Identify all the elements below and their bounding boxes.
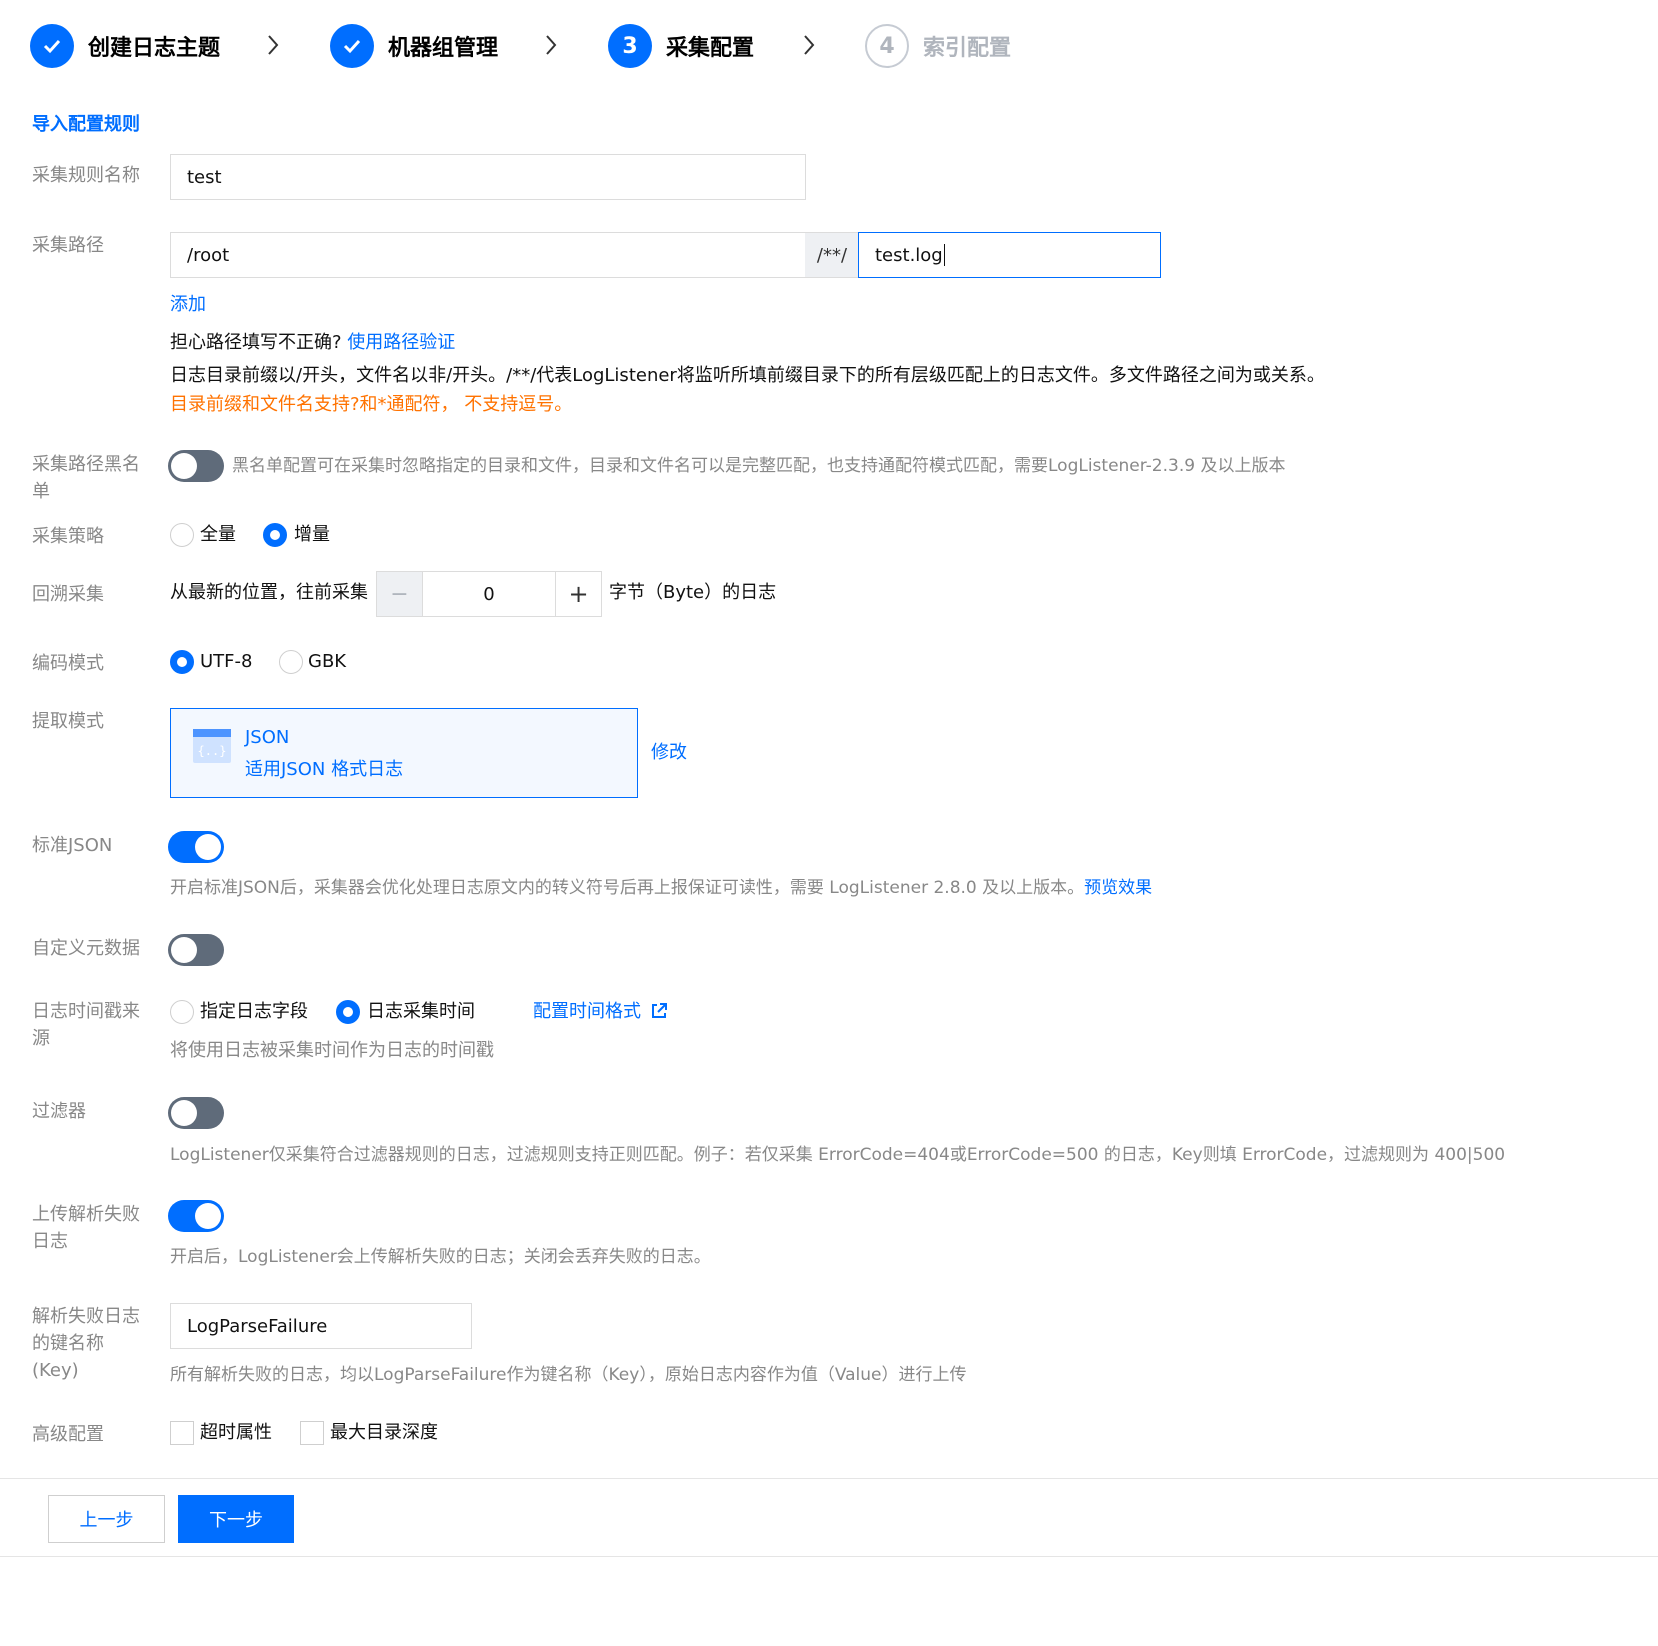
step-3-number: 3 [608, 24, 652, 68]
svg-text:{..}: {..} [198, 744, 227, 758]
encoding-utf8-radio[interactable] [170, 650, 194, 674]
extract-mode-desc: 适用JSON 格式日志 [245, 759, 404, 780]
encoding-utf8-label: UTF-8 [200, 651, 253, 672]
strategy-full-label: 全量 [200, 524, 236, 545]
extract-mode-card[interactable]: {..} JSON 适用JSON 格式日志 [170, 708, 638, 798]
preview-link[interactable]: 预览效果 [1084, 878, 1152, 898]
stepper-plus-button[interactable]: + [556, 572, 601, 616]
chevron-right-icon [546, 35, 557, 55]
stepper-minus-button[interactable]: − [377, 572, 423, 616]
json-file-icon: {..} [193, 729, 231, 763]
extract-label: 提取模式 [32, 711, 104, 732]
modify-extract-link[interactable]: 修改 [651, 740, 687, 766]
path-dir-input[interactable]: /root [170, 232, 806, 278]
upload-failed-desc: 开启后，LogListener会上传解析失败的日志；关闭会丢弃失败的日志。 [170, 1247, 711, 1267]
filter-desc: LogListener仅采集符合过滤器规则的日志，过滤规则支持正则匹配。例子：若… [170, 1145, 1506, 1165]
strategy-label: 采集策略 [32, 526, 104, 547]
backtrack-suffix: 字节（Byte）的日志 [609, 582, 777, 603]
strategy-incremental-radio[interactable] [263, 523, 287, 547]
footer-divider [0, 1478, 1658, 1479]
timestamp-desc: 将使用日志被采集时间作为日志的时间戳 [170, 1040, 494, 1061]
timestamp-field-radio[interactable] [170, 1000, 194, 1024]
custom-meta-label: 自定义元数据 [32, 938, 140, 959]
config-time-format-link[interactable]: 配置时间格式 [533, 999, 667, 1025]
path-desc: 日志目录前缀以/开头，文件名以非/开头。/**/代表LogListener将监听… [170, 365, 1325, 386]
path-warning: 目录前缀和文件名支持?和*通配符， 不支持逗号。 [170, 394, 573, 415]
chevron-right-icon [804, 35, 815, 55]
timeout-checkbox[interactable] [170, 1421, 194, 1445]
timestamp-field-label: 指定日志字段 [200, 1001, 308, 1022]
upload-failed-toggle[interactable] [168, 1200, 224, 1232]
step-3-label: 采集配置 [666, 36, 755, 61]
max-depth-label: 最大目录深度 [330, 1422, 438, 1443]
import-rules-link[interactable]: 导入配置规则 [32, 112, 140, 138]
encoding-label: 编码模式 [32, 653, 104, 674]
standard-json-toggle[interactable] [168, 831, 224, 863]
toggle-knob [171, 937, 197, 963]
standard-json-label: 标准JSON [32, 835, 113, 856]
filter-label: 过滤器 [32, 1101, 86, 1122]
extract-mode-title: JSON [245, 727, 290, 748]
custom-meta-toggle[interactable] [168, 934, 224, 966]
blacklist-label-2: 单 [32, 481, 50, 502]
toggle-knob [195, 834, 221, 860]
next-step-button[interactable]: 下一步 [178, 1495, 294, 1543]
upload-failed-label-2: 日志 [32, 1231, 68, 1252]
encoding-gbk-label: GBK [308, 651, 347, 672]
config-time-format-label: 配置时间格式 [533, 1001, 641, 1022]
step-1-check-icon [30, 24, 74, 68]
prev-step-button[interactable]: 上一步 [48, 1495, 165, 1543]
strategy-incremental-label: 增量 [294, 524, 330, 545]
strategy-full-radio[interactable] [170, 523, 194, 547]
blacklist-toggle[interactable] [168, 450, 224, 482]
step-4-number: 4 [865, 24, 909, 68]
backtrack-label: 回溯采集 [32, 584, 104, 605]
footer-bottom-divider [0, 1556, 1658, 1557]
failed-key-label-1: 解析失败日志 [32, 1306, 140, 1327]
advanced-label: 高级配置 [32, 1424, 104, 1445]
text-cursor [943, 244, 945, 266]
standard-json-desc-line: 开启标准JSON后，采集器会优化处理日志原文内的转义符号后再上报保证可读性，需要… [170, 875, 1152, 901]
add-path-link[interactable]: 添加 [170, 292, 206, 318]
failed-key-desc: 所有解析失败的日志，均以LogParseFailure作为键名称（Key），原始… [170, 1365, 967, 1385]
failed-key-label-2: 的键名称 [32, 1333, 104, 1354]
backtrack-stepper: − 0 + [376, 571, 602, 617]
toggle-knob [195, 1203, 221, 1229]
rule-name-input[interactable]: test [170, 154, 806, 200]
path-separator: /**/ [805, 232, 859, 278]
timeout-label: 超时属性 [200, 1422, 272, 1443]
standard-json-desc: 开启标准JSON后，采集器会优化处理日志原文内的转义符号后再上报保证可读性，需要… [170, 878, 1085, 898]
timestamp-collect-radio[interactable] [336, 1000, 360, 1024]
timestamp-collect-label: 日志采集时间 [367, 1001, 475, 1022]
failed-key-label-3: (Key) [32, 1360, 79, 1381]
path-hint-question: 担心路径填写不正确? [170, 332, 342, 353]
step-4-label: 索引配置 [923, 36, 1012, 61]
path-file-value: test.log [875, 244, 943, 266]
path-hint: 担心路径填写不正确? 使用路径验证 [170, 330, 455, 356]
blacklist-label-1: 采集路径黑名 [32, 454, 140, 475]
step-2-label: 机器组管理 [388, 36, 499, 61]
external-link-icon [651, 1003, 667, 1018]
max-depth-checkbox[interactable] [300, 1421, 324, 1445]
path-label: 采集路径 [32, 235, 104, 256]
toggle-knob [171, 453, 197, 479]
chevron-right-icon [268, 35, 279, 55]
verify-path-link[interactable]: 使用路径验证 [347, 332, 455, 353]
rule-name-label: 采集规则名称 [32, 165, 140, 186]
timestamp-label-2: 源 [32, 1028, 50, 1049]
step-2-check-icon [330, 24, 374, 68]
backtrack-value-input[interactable]: 0 [423, 572, 556, 616]
path-file-input[interactable]: test.log [858, 232, 1161, 278]
blacklist-desc: 黑名单配置可在采集时忽略指定的目录和文件，目录和文件名可以是完整匹配，也支持通配… [232, 456, 1286, 476]
upload-failed-label-1: 上传解析失败 [32, 1204, 140, 1225]
toggle-knob [171, 1100, 197, 1126]
failed-key-input[interactable]: LogParseFailure [170, 1303, 472, 1349]
step-1-label: 创建日志主题 [88, 36, 221, 61]
backtrack-prefix: 从最新的位置，往前采集 [170, 582, 368, 603]
encoding-gbk-radio[interactable] [279, 650, 303, 674]
timestamp-label-1: 日志时间戳来 [32, 1001, 140, 1022]
filter-toggle[interactable] [168, 1097, 224, 1129]
